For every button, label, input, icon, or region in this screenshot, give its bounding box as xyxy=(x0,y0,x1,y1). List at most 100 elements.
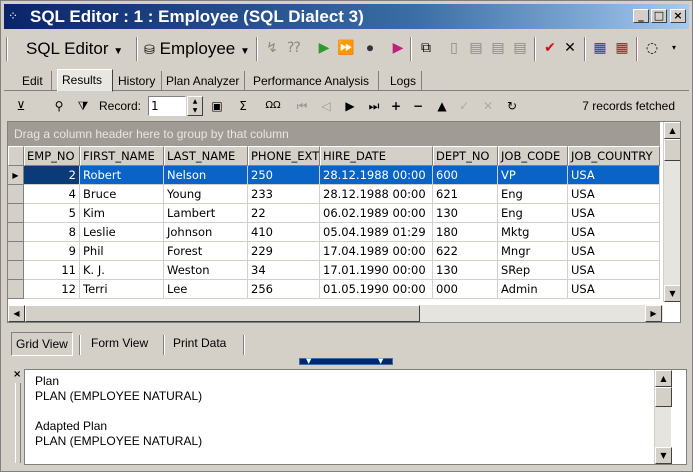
close-icon[interactable]: × xyxy=(13,370,21,380)
first-record-icon[interactable]: ⏮ xyxy=(294,97,310,115)
refresh-icon[interactable]: ↻ xyxy=(504,97,520,115)
scroll-right-icon[interactable]: ▶ xyxy=(645,305,662,322)
grid-cell[interactable]: 05.04.1989 01:29 xyxy=(320,223,433,242)
scroll-thumb[interactable] xyxy=(664,139,680,161)
panel-splitter[interactable]: ▼ ▼ xyxy=(299,357,393,365)
stop-icon[interactable]: ▶ xyxy=(388,38,408,58)
grid-cell[interactable]: Weston xyxy=(164,261,248,280)
grid-cell[interactable]: USA xyxy=(568,204,660,223)
sql-editor-dropdown[interactable]: SQL Editor ▼ xyxy=(26,35,132,63)
grid-cell[interactable]: Mktg xyxy=(498,223,568,242)
grid-cell[interactable]: Bruce xyxy=(80,185,164,204)
grid-cell[interactable]: 22 xyxy=(248,204,320,223)
new-doc-icon[interactable]: ▯ xyxy=(444,38,464,58)
group-icon[interactable]: ⧩ xyxy=(74,97,92,115)
cancel-record-icon[interactable]: ✕ xyxy=(480,97,496,115)
grid-cell[interactable]: VP xyxy=(498,166,568,185)
row-indicator[interactable] xyxy=(8,204,24,223)
plan-vertical-scrollbar[interactable]: ▲ ▼ xyxy=(654,370,672,464)
column-header[interactable]: PHONE_EXT xyxy=(248,146,320,166)
grid-cell[interactable]: Lambert xyxy=(164,204,248,223)
grid-cell[interactable]: 250 xyxy=(248,166,320,185)
tab-grid-view[interactable]: Grid View xyxy=(11,332,73,356)
grid-cell[interactable]: 410 xyxy=(248,223,320,242)
edit-record-icon[interactable]: ▲ xyxy=(434,97,450,115)
last-record-icon[interactable]: ⏭ xyxy=(366,97,382,115)
omega-icon[interactable]: ΩΩ xyxy=(262,97,284,115)
grid-cell[interactable]: 8 xyxy=(24,223,80,242)
grid-horizontal-scrollbar[interactable]: ◀ ▶ xyxy=(8,305,663,322)
grid-cell[interactable]: USA xyxy=(568,185,660,204)
window-list-icon[interactable]: ▦ xyxy=(590,38,610,58)
grid-cell[interactable]: 600 xyxy=(433,166,498,185)
scroll-up-icon[interactable]: ▲ xyxy=(664,122,680,139)
options-icon[interactable]: ◌ xyxy=(642,38,662,58)
scroll-left-icon[interactable]: ◀ xyxy=(8,305,25,322)
grid-cell[interactable]: 01.05.1990 00:00 xyxy=(320,280,433,299)
scroll-down-icon[interactable]: ▼ xyxy=(655,447,672,464)
grid-cell[interactable]: Admin xyxy=(498,280,568,299)
grid-cell[interactable]: Lee xyxy=(164,280,248,299)
window-close-icon[interactable]: ▦ xyxy=(612,38,632,58)
grid-cell[interactable]: 229 xyxy=(248,242,320,261)
record-number-input[interactable]: 1 xyxy=(148,96,186,116)
grid-cell[interactable]: Forest xyxy=(164,242,248,261)
grid-cell[interactable]: Terri xyxy=(80,280,164,299)
grid-cell[interactable]: SRep xyxy=(498,261,568,280)
tab-print-data[interactable]: Print Data xyxy=(169,332,239,356)
grid-cell[interactable]: 9 xyxy=(24,242,80,261)
grid-cell[interactable]: USA xyxy=(568,261,660,280)
column-header[interactable]: HIRE_DATE xyxy=(320,146,433,166)
grid-cell[interactable]: 17.01.1990 00:00 xyxy=(320,261,433,280)
grid-cell[interactable]: 28.12.1988 00:00 xyxy=(320,185,433,204)
grid-cell[interactable]: Kim xyxy=(80,204,164,223)
grid-cell[interactable]: USA xyxy=(568,166,660,185)
next-record-icon[interactable]: ▶ xyxy=(342,97,358,115)
grid-cell[interactable]: 233 xyxy=(248,185,320,204)
scroll-down-icon[interactable]: ▼ xyxy=(664,285,680,302)
close-button[interactable]: × xyxy=(670,9,686,23)
grid-cell[interactable]: Eng xyxy=(498,204,568,223)
grid-cell[interactable]: 34 xyxy=(248,261,320,280)
grid-cell[interactable]: USA xyxy=(568,223,660,242)
row-indicator[interactable]: ▶ xyxy=(8,166,24,185)
row-indicator[interactable] xyxy=(8,280,24,299)
minimize-button[interactable]: _ xyxy=(633,9,649,23)
grid-cell[interactable]: USA xyxy=(568,242,660,261)
run-icon[interactable]: ▶ xyxy=(314,38,334,58)
column-header[interactable]: DEPT_NO xyxy=(433,146,498,166)
rollback-icon[interactable]: ✕ xyxy=(560,38,580,58)
column-header[interactable]: LAST_NAME xyxy=(164,146,248,166)
maximize-button[interactable]: □ xyxy=(651,9,667,23)
grid-cell[interactable]: Eng xyxy=(498,185,568,204)
tab-form-view[interactable]: Form View xyxy=(87,332,157,356)
grid-cell[interactable]: 12 xyxy=(24,280,80,299)
scroll-thumb[interactable] xyxy=(655,387,672,407)
tab-performance-analysis[interactable]: Performance Analysis xyxy=(249,71,379,91)
grid-cell[interactable]: Robert xyxy=(80,166,164,185)
commit-icon[interactable]: ✔ xyxy=(540,38,560,58)
results-grid[interactable]: Drag a column header here to group by th… xyxy=(7,121,681,323)
sigma-icon[interactable]: Σ xyxy=(234,97,252,115)
record-spinner[interactable]: ▲ ▼ xyxy=(187,96,203,116)
row-indicator[interactable] xyxy=(8,242,24,261)
grid-cell[interactable]: USA xyxy=(568,280,660,299)
grid-cell[interactable]: 130 xyxy=(433,261,498,280)
grid-cell[interactable]: 28.12.1988 00:00 xyxy=(320,166,433,185)
filter-icon[interactable]: ⊻ xyxy=(12,97,30,115)
grid-vertical-scrollbar[interactable]: ▲ ▼ xyxy=(663,122,680,302)
grid-cell[interactable]: 621 xyxy=(433,185,498,204)
prior-record-icon[interactable]: ◁ xyxy=(318,97,334,115)
export-icon[interactable]: ⧉ xyxy=(416,38,436,58)
row-indicator[interactable] xyxy=(8,261,24,280)
clear-doc-icon[interactable]: ▤ xyxy=(510,38,530,58)
grid-cell[interactable]: 130 xyxy=(433,204,498,223)
tab-logs[interactable]: Logs xyxy=(386,71,422,91)
grid-cell[interactable]: Young xyxy=(164,185,248,204)
delete-record-icon[interactable]: − xyxy=(410,97,426,115)
params-icon[interactable]: ⁇ xyxy=(284,38,304,58)
grid-cell[interactable]: Nelson xyxy=(164,166,248,185)
column-header[interactable]: FIRST_NAME xyxy=(80,146,164,166)
grid-cell[interactable]: 622 xyxy=(433,242,498,261)
grid-cell[interactable]: Johnson xyxy=(164,223,248,242)
